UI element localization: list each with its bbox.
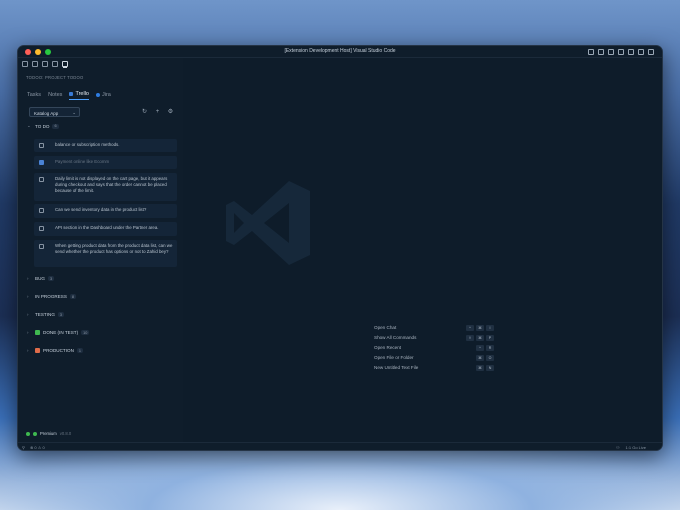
shortcut-open-file-or-folder[interactable]: Open File or Folder ⌘ O [374, 355, 494, 365]
window-title: [Extension Development Host] Visual Stud… [284, 48, 396, 54]
chevron-right-icon: › [27, 294, 29, 299]
activity-bar [22, 61, 68, 67]
vscode-logo-icon [226, 181, 310, 265]
list-header-in-progress[interactable]: › IN PROGRESS 8 [27, 294, 77, 299]
board-toolbar: ↻ + ⚙ [141, 109, 174, 115]
sidebar: TODOO: PROJECT TODOO Tasks Notes Trello … [18, 58, 183, 442]
accounts-icon[interactable] [628, 48, 634, 55]
sidebar-section-title: TODOO: PROJECT TODOO [26, 75, 84, 80]
card[interactable]: Can we send inventory data in the produc… [34, 204, 177, 218]
list-count-badge: 3 [47, 276, 55, 281]
tab-tasks[interactable]: Tasks [27, 91, 41, 100]
tab-jira[interactable]: Jira [96, 91, 111, 100]
status-bar: ⚲ ⊗ 0 ⚠ 0 ⚇ 1:1 Go Live [18, 442, 662, 450]
premium-status[interactable]: Premium v0.8.0 [26, 431, 71, 436]
warning-icon: ⚠ [37, 444, 42, 450]
tab-trello[interactable]: Trello [69, 91, 89, 100]
list-header-done-in-test[interactable]: › DONE (IN TEST) 10 [27, 330, 90, 335]
list-count-badge: 8 [69, 294, 77, 299]
shortcut-open-recent[interactable]: Open Recent ^ R [374, 345, 494, 355]
chevron-right-icon: › [27, 330, 29, 335]
add-icon[interactable]: + [154, 109, 161, 115]
card[interactable]: API section in the Dashboard under the P… [34, 222, 177, 236]
trello-icon [69, 92, 74, 96]
card-checkbox[interactable] [39, 225, 44, 231]
extensions-icon[interactable] [52, 61, 58, 67]
list-header-bug[interactable]: › BUG 3 [27, 276, 55, 281]
settings-gear-icon[interactable] [648, 48, 654, 55]
card-checkbox[interactable] [39, 243, 44, 249]
shortcut-new-untitled-text-file[interactable]: New Untitled Text File ⌘ N [374, 365, 494, 375]
list-count-badge: 3 [57, 312, 65, 317]
settings-icon[interactable]: ⚙ [167, 109, 174, 115]
search-icon[interactable] [32, 61, 38, 67]
source-control-icon[interactable] [42, 61, 48, 67]
todoo-icon[interactable] [62, 61, 68, 67]
toggle-panel-icon[interactable] [598, 48, 604, 55]
list-header-production[interactable]: › PRODUCTION 1 [27, 348, 84, 353]
shortcut-show-all-commands[interactable]: Show All Commands ⇧ ⌘ P [374, 335, 494, 345]
title-bar: [Extension Development Host] Visual Stud… [18, 46, 662, 58]
chat-icon[interactable] [638, 48, 644, 55]
status-dot-icon [26, 431, 30, 436]
card-checkbox[interactable] [39, 159, 44, 165]
toggle-secondary-sidebar-icon[interactable] [608, 48, 614, 55]
tab-notes[interactable]: Notes [48, 91, 62, 100]
layout-controls [588, 48, 654, 55]
list-count-badge: 6 [52, 123, 59, 129]
card[interactable]: Daily limit is not displayed on the cart… [34, 173, 177, 201]
notifications-icon[interactable]: ⚇ [616, 445, 620, 450]
card-checkbox[interactable] [39, 207, 44, 213]
premium-icon [33, 431, 37, 436]
rocket-emoji-icon [35, 348, 40, 353]
chevron-right-icon: › [27, 276, 29, 281]
tab-bar: Tasks Notes Trello Jira [27, 91, 111, 100]
remote-icon[interactable]: ⚲ [22, 445, 25, 450]
toggle-sidebar-icon[interactable] [588, 48, 594, 55]
card-checkbox[interactable] [39, 142, 44, 148]
list-count-badge: 10 [81, 330, 90, 335]
vscode-window: [Extension Development Host] Visual Stud… [17, 45, 663, 451]
go-live-indicator[interactable]: 1:1 Go Live [626, 445, 646, 450]
jira-icon [96, 92, 100, 97]
card[interactable]: When getting product data from the produ… [34, 240, 177, 267]
shortcut-open-chat[interactable]: Open Chat ^ ⌘ I [374, 325, 494, 335]
board-select[interactable]: Katalog App ⌄ [29, 107, 80, 117]
problems-indicator[interactable]: ⊗ 0 ⚠ 0 [30, 445, 45, 450]
check-emoji-icon [35, 330, 40, 335]
chevron-down-icon: ⌄ [72, 110, 76, 115]
card[interactable]: balance or subscription methods. [34, 139, 177, 152]
error-icon: ⊗ [29, 444, 34, 450]
list-count-badge: 1 [76, 348, 84, 353]
chevron-right-icon: › [27, 348, 29, 353]
card[interactable]: Payment online like Ecomm [34, 156, 177, 169]
list-header-todo[interactable]: ⌄ TO DO 6 [27, 123, 59, 129]
card-checkbox[interactable] [39, 176, 44, 182]
chevron-right-icon: › [27, 312, 29, 317]
shortcut-list: Open Chat ^ ⌘ I Show All Commands ⇧ ⌘ P … [374, 325, 494, 375]
chevron-down-icon: ⌄ [27, 123, 31, 128]
refresh-icon[interactable]: ↻ [141, 109, 148, 115]
customize-layout-icon[interactable] [618, 48, 624, 55]
list-header-testing[interactable]: › TESTING 3 [27, 312, 65, 317]
explorer-icon[interactable] [22, 61, 28, 67]
